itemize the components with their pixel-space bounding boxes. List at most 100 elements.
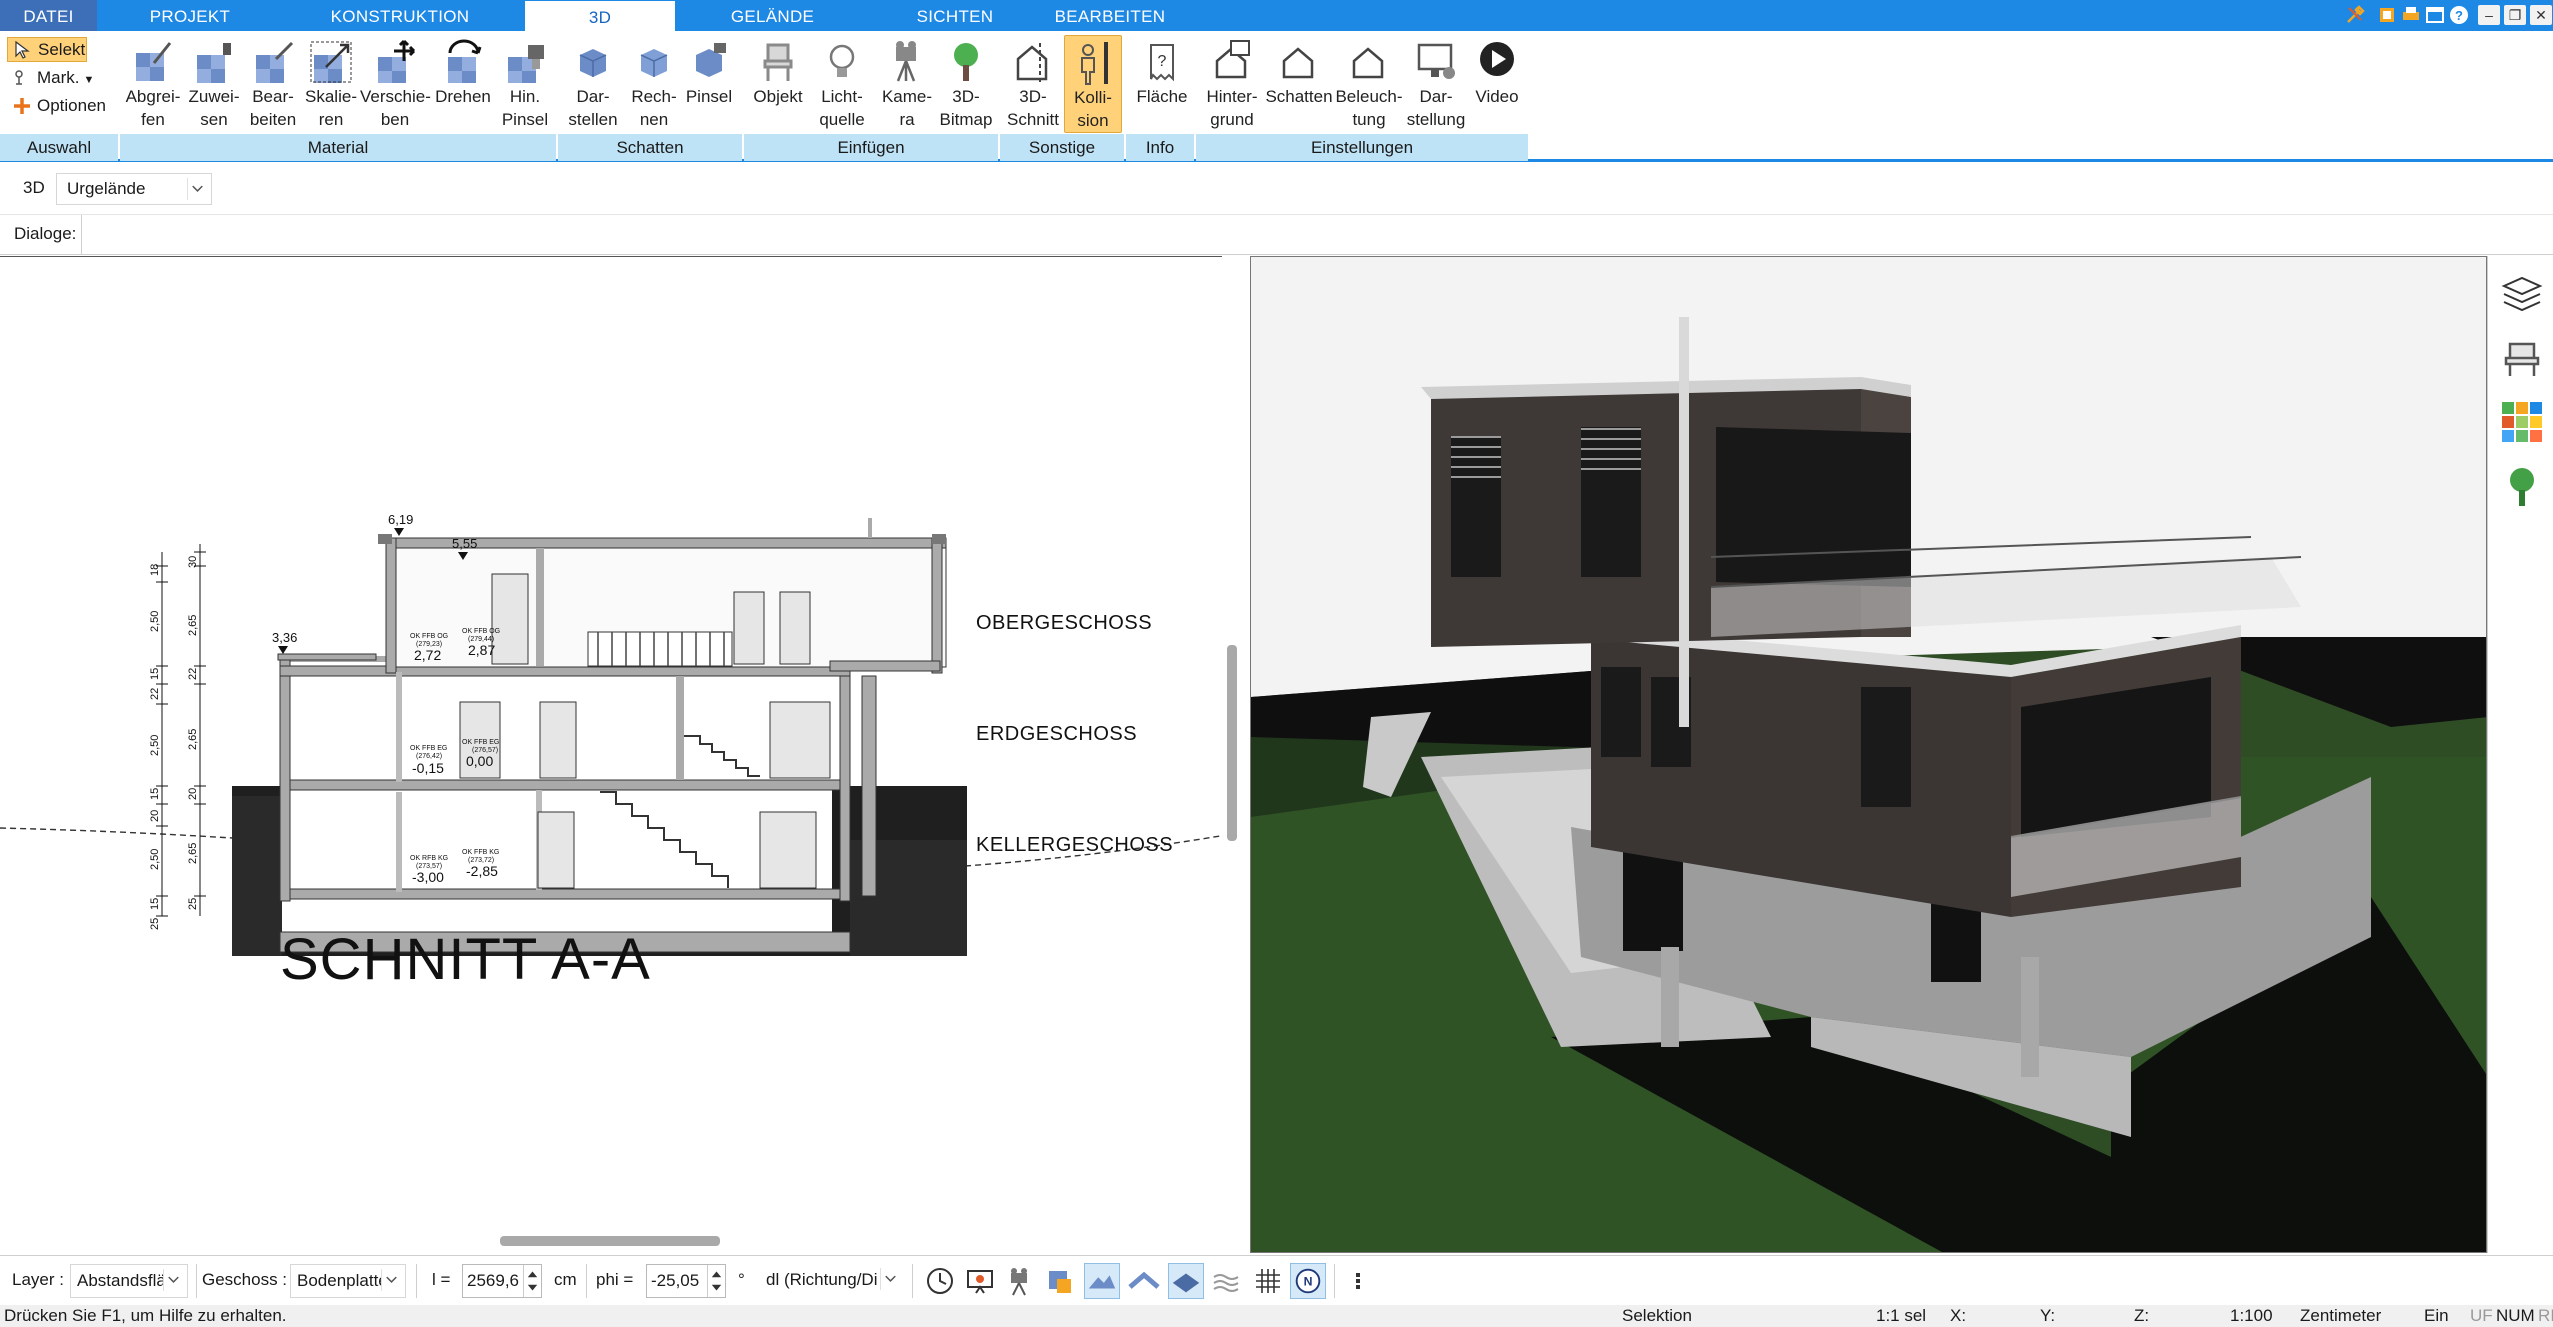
abgreifen-label: Abgrei- fen	[125, 87, 181, 129]
play-video-icon	[1480, 42, 1514, 76]
plane-view-icon[interactable]	[1168, 1263, 1204, 1299]
camera-view-icon[interactable]	[1002, 1263, 1038, 1299]
tab-3d[interactable]: 3D	[525, 1, 675, 32]
pipette-icon	[136, 42, 172, 81]
height-label: 3,36	[272, 630, 297, 645]
help-icon[interactable]: ?	[2448, 4, 2470, 26]
rechnen-button[interactable]: Rech- nen	[624, 35, 684, 133]
layer-select-value: Abstandsflä	[77, 1271, 166, 1290]
lichtquelle-label: Licht- quelle	[819, 87, 865, 129]
darstellung-button[interactable]: Dar- stellung	[1404, 35, 1468, 133]
3d-view-panel[interactable]	[1250, 256, 2487, 1253]
layers-icon[interactable]	[2500, 272, 2544, 316]
schatten-einst-label: Schatten	[1265, 87, 1333, 106]
presentation-icon[interactable]	[962, 1263, 998, 1299]
print-icon[interactable]	[2400, 4, 2422, 26]
spinner-arrows-icon[interactable]	[707, 1265, 725, 1297]
pinsel-label: Pinsel	[685, 87, 733, 106]
terrain-select[interactable]: Urgelände	[56, 173, 212, 205]
level-value: -3,00	[412, 869, 444, 885]
plants-icon[interactable]	[2500, 464, 2544, 508]
terrain-view-icon[interactable]	[1084, 1263, 1120, 1299]
level-value: 2,87	[468, 642, 495, 658]
tab-gelaende[interactable]: GELÄNDE	[700, 0, 845, 31]
display-settings-icon	[1417, 43, 1455, 79]
floor-label-og: OBERGESCHOSS	[976, 612, 1153, 634]
chevron-down-icon	[880, 1268, 900, 1290]
geschoss-label: Geschoss :	[202, 1270, 288, 1289]
shadow-house-icon	[1282, 47, 1314, 79]
tools-icon[interactable]	[2344, 4, 2366, 26]
lichtquelle-button[interactable]: Licht- quelle	[808, 35, 876, 133]
level-label: OK RFB KG	[410, 855, 448, 862]
dim-text: 25	[149, 918, 161, 930]
phi-label: phi =	[596, 1270, 634, 1289]
bearbeiten-button[interactable]: Bear- beiten	[244, 35, 302, 133]
pinsel-button[interactable]: Pinsel	[684, 35, 734, 133]
shadow-compute-icon	[640, 49, 668, 77]
tab-bearbeiten[interactable]: BEARBEITEN	[1045, 0, 1175, 31]
3d-schnitt-button[interactable]: 3D- Schnitt	[1002, 35, 1064, 133]
selekt-button[interactable]: Selekt	[7, 37, 87, 62]
materials-icon[interactable]	[2500, 400, 2544, 444]
shadow-brush-icon	[696, 43, 726, 77]
window-layout-icon[interactable]	[2376, 4, 2398, 26]
length-unit: cm	[554, 1270, 577, 1289]
grid-icon[interactable]	[1250, 1263, 1286, 1299]
optionen-button[interactable]: Optionen	[7, 94, 117, 119]
flaeche-button[interactable]: ? Fläche	[1130, 35, 1194, 133]
verschieben-button[interactable]: Verschie- ben	[360, 35, 431, 133]
minimize-button[interactable]: –	[2478, 5, 2500, 25]
abgreifen-button[interactable]: Abgrei- fen	[122, 35, 184, 133]
hin-pinsel-button[interactable]: Hin. Pinsel	[496, 35, 554, 133]
beleuchtung-button[interactable]: Beleuch- tung	[1334, 35, 1404, 133]
tab-sichten[interactable]: SICHTEN	[885, 0, 1025, 31]
layer-select[interactable]: Abstandsflä	[70, 1264, 188, 1298]
water-icon[interactable]	[1208, 1263, 1244, 1299]
close-button[interactable]: ✕	[2530, 5, 2552, 25]
restore-button[interactable]: ❐	[2504, 5, 2526, 25]
zuweisen-button[interactable]: Zuwei- sen	[184, 35, 244, 133]
layer-label: Layer :	[12, 1270, 64, 1289]
length-input[interactable]: 2569,6	[462, 1264, 542, 1298]
walkthrough-icon[interactable]	[1126, 1263, 1162, 1299]
furniture-icon[interactable]	[2500, 336, 2544, 380]
group-auswahl: Auswahl	[0, 134, 118, 161]
clock-icon[interactable]	[922, 1263, 958, 1299]
more-options-icon[interactable]	[1340, 1263, 1376, 1299]
chevron-down-icon	[187, 178, 203, 200]
terrain-select-value: Urgelände	[67, 179, 146, 198]
render-icon[interactable]	[1042, 1263, 1078, 1299]
objekt-button[interactable]: Objekt	[748, 35, 808, 133]
terrain-line-left	[0, 827, 233, 839]
ribbon-toggle-icon[interactable]	[2424, 4, 2446, 26]
video-button[interactable]: Video	[1468, 35, 1526, 133]
dim-text: 30	[187, 556, 199, 568]
kamera-button[interactable]: Kame- ra	[876, 35, 938, 133]
schatten-einst-button[interactable]: Schatten	[1264, 35, 1334, 133]
hintergrund-button[interactable]: Hinter- grund	[1200, 35, 1264, 133]
3d-bitmap-button[interactable]: 3D- Bitmap	[938, 35, 994, 133]
phi-input[interactable]: -25,05	[646, 1264, 726, 1298]
skalieren-label: Skalie- ren	[305, 87, 357, 129]
dialoge-label: Dialoge:	[0, 215, 82, 254]
mark-button[interactable]: Mark. ▼	[7, 66, 97, 91]
horizontal-scroll-thumb[interactable]	[500, 1236, 720, 1246]
skalieren-button[interactable]: Skalie- ren	[302, 35, 360, 133]
geschoss-select[interactable]: Bodenplatte	[290, 1264, 406, 1298]
darstellen-button[interactable]: Dar- stellen	[562, 35, 624, 133]
tree-icon	[954, 43, 978, 81]
drehen-button[interactable]: Drehen	[430, 35, 496, 133]
spinner-arrows-icon[interactable]	[523, 1265, 541, 1297]
kollision-button[interactable]: Kolli- sion	[1064, 35, 1122, 133]
selekt-label: Selekt	[38, 40, 86, 59]
height-label: 5,55	[452, 536, 477, 551]
direction-select[interactable]: dl (Richtung/Di	[760, 1264, 904, 1298]
north-arrow-icon[interactable]: N	[1290, 1263, 1326, 1299]
tab-konstruktion[interactable]: KONSTRUKTION	[320, 0, 480, 31]
vertical-scroll-thumb[interactable]	[1227, 645, 1237, 841]
tab-datei[interactable]: DATEI	[0, 0, 97, 31]
tab-projekt[interactable]: PROJEKT	[120, 0, 260, 31]
dim-text: 22	[149, 688, 161, 700]
level-value: -0,15	[412, 760, 444, 776]
